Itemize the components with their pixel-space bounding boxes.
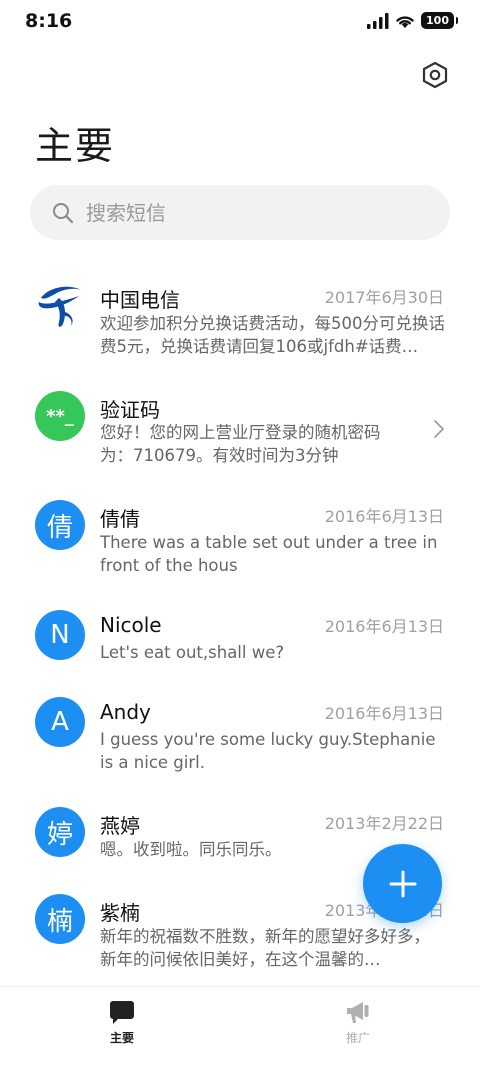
- message-item-china-telecom[interactable]: 中国电信 2017年6月30日 欢迎参加积分兑换话费活动，每500分可兑换话费5…: [0, 268, 480, 368]
- megaphone-icon: [347, 1002, 369, 1023]
- message-date: 2013年2月22日: [324, 814, 444, 833]
- message-preview: 新年的祝福数不胜数，新年的愿望好多好多，新年的问候依旧美好，在这个温馨的…: [100, 927, 430, 969]
- avatar-initial: A: [51, 707, 69, 737]
- avatar-initial: N: [50, 620, 70, 650]
- tab-primary-label: 主要: [109, 1031, 134, 1045]
- sender-name: 中国电信: [100, 288, 180, 312]
- avatar-initial: 倩: [46, 512, 73, 543]
- tab-promotion-label: 推广: [345, 1031, 370, 1045]
- message-item-andy[interactable]: A Andy 2016年6月13日 I guess you're some lu…: [0, 685, 480, 785]
- sender-name: 验证码: [100, 398, 160, 422]
- tab-promotion[interactable]: 推广: [318, 999, 398, 1046]
- sender-name: Nicole: [100, 613, 162, 637]
- message-preview: 您好！您的网上营业厅登录的随机密码为：710679。有效时间为3分钟: [100, 423, 381, 465]
- message-date: 2016年6月13日: [324, 704, 444, 723]
- message-item-qianqian[interactable]: 倩 倩倩 2016年6月13日 There was a table set ou…: [0, 488, 480, 588]
- message-date: 2017年6月30日: [324, 288, 444, 307]
- message-item-nicole[interactable]: N Nicole 2016年6月13日 Let's eat out,shall …: [0, 598, 480, 698]
- wifi-icon: [396, 15, 414, 28]
- status-icons: 100: [367, 12, 458, 29]
- settings-button[interactable]: [420, 60, 450, 90]
- tab-primary[interactable]: 主要: [82, 999, 162, 1046]
- sender-name: 倩倩: [100, 507, 140, 531]
- new-message-button[interactable]: [363, 844, 442, 923]
- sender-name: 紫楠: [100, 901, 140, 925]
- battery-icon: 100: [421, 12, 458, 29]
- status-bar: 8:16 100: [0, 0, 480, 44]
- avatar: **_: [35, 391, 85, 441]
- avatar: 婷: [35, 807, 85, 857]
- avatar: A: [35, 697, 85, 747]
- sender-name: Andy: [100, 700, 151, 724]
- avatar: 楠: [35, 894, 85, 944]
- battery-level: 100: [426, 14, 449, 27]
- message-preview: There was a table set out under a tree i…: [100, 533, 438, 575]
- message-item-verification[interactable]: **_ 验证码 您好！您的网上营业厅登录的随机密码为：710679。有效时间为3…: [0, 378, 480, 478]
- avatar-initial: 楠: [46, 906, 73, 937]
- search-input[interactable]: [86, 200, 386, 225]
- bottom-nav: 主要 推广: [0, 986, 480, 1066]
- chevron-right-icon: [434, 420, 444, 438]
- message-preview: I guess you're some lucky guy.Stephanie …: [100, 730, 436, 772]
- avatar-initial: 婷: [46, 819, 73, 850]
- chat-bubble-icon: [110, 1001, 134, 1024]
- avatar: 倩: [35, 500, 85, 550]
- sender-name: 燕婷: [100, 814, 140, 838]
- avatar: [35, 280, 85, 330]
- search-bar[interactable]: [30, 185, 450, 240]
- message-date: 2016年6月13日: [324, 507, 444, 526]
- china-telecom-logo-icon: [38, 286, 81, 327]
- message-date: 2016年6月13日: [324, 617, 444, 636]
- plus-icon: [389, 870, 416, 897]
- search-icon: [53, 202, 74, 223]
- settings-hexagon-icon: [422, 61, 448, 89]
- avatar: N: [35, 610, 85, 660]
- page-title: 主要: [35, 124, 116, 168]
- signal-icon: [367, 12, 389, 29]
- message-preview: Let's eat out,shall we?: [100, 643, 285, 662]
- avatar-initial: **_: [46, 405, 74, 427]
- message-preview: 欢迎参加积分兑换话费活动，每500分可兑换话费5元，兑换话费请回复106或jfd…: [100, 314, 445, 356]
- status-time: 8:16: [25, 10, 73, 32]
